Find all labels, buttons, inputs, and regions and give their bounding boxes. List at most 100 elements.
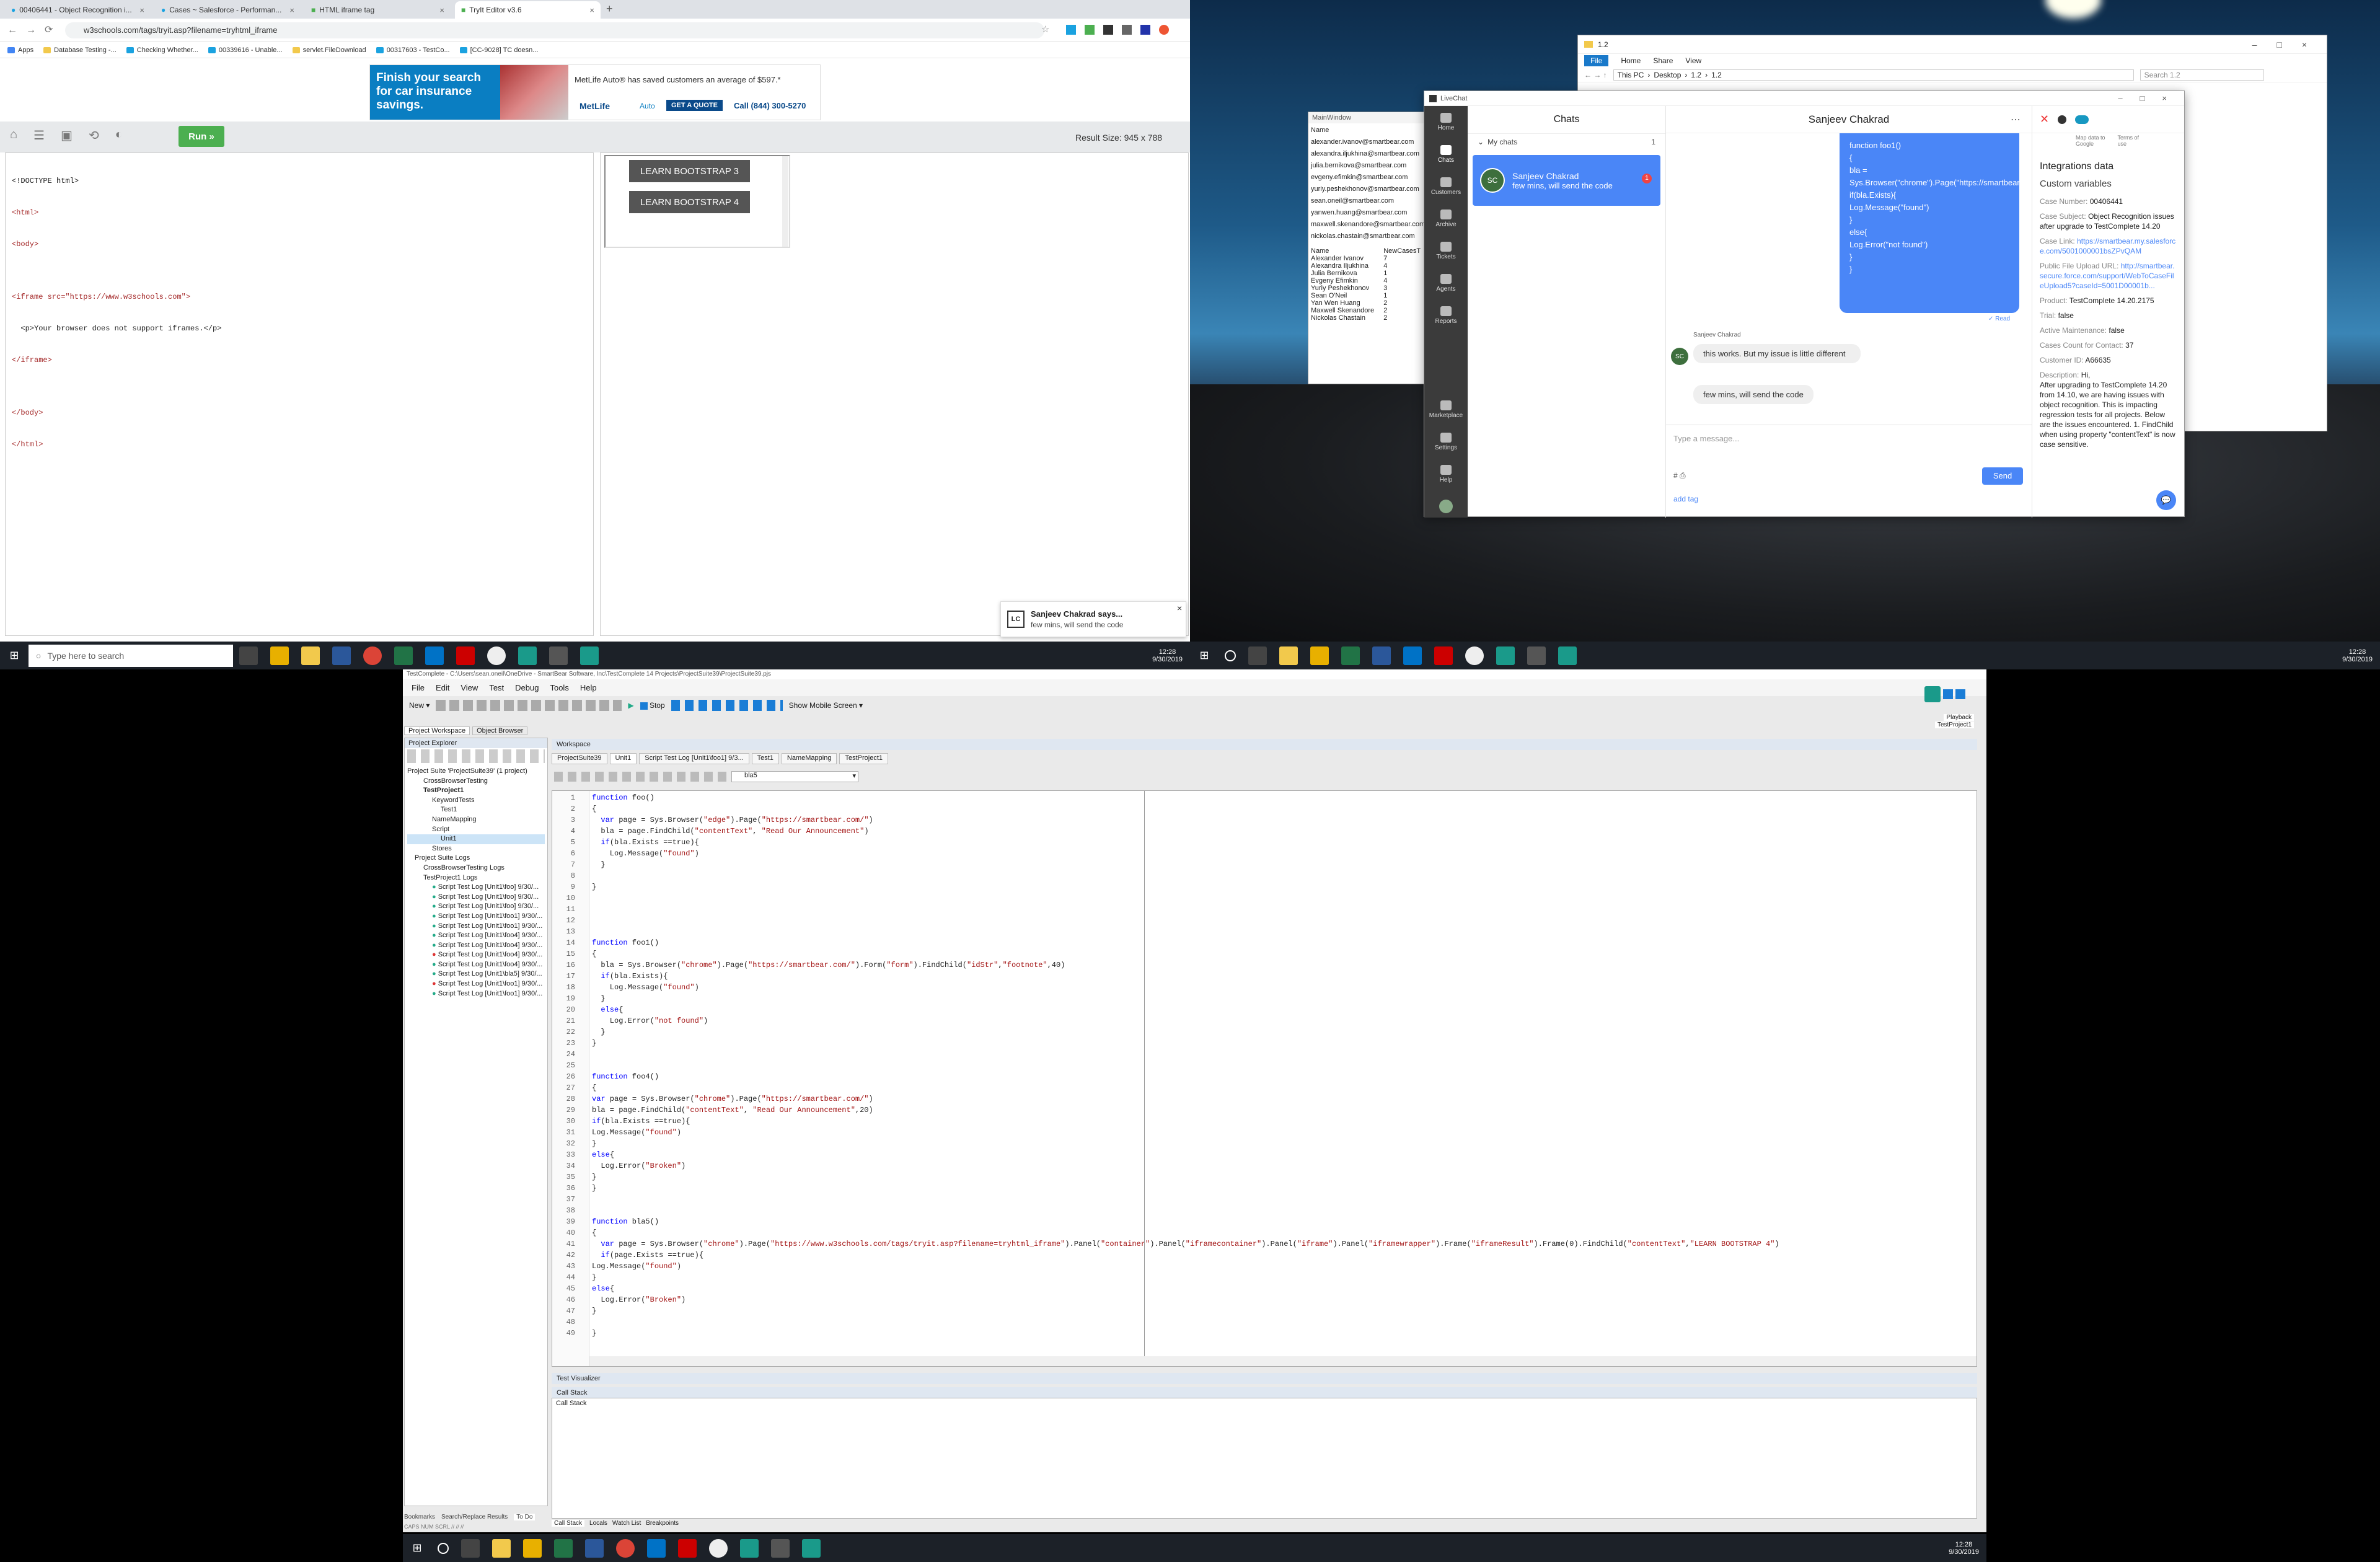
browser-tab[interactable]: ● 00406441 - Object Recognition i... × <box>5 1 151 19</box>
list-item[interactable]: evgeny.efimkin@smartbear.com <box>1311 172 1429 183</box>
list-item[interactable]: nickolas.chastain@smartbear.com <box>1311 231 1429 242</box>
task-view-icon[interactable] <box>461 1538 480 1558</box>
doc-tab[interactable]: TestProject1 <box>839 753 888 764</box>
code-line[interactable] <box>592 1317 1779 1328</box>
code-line[interactable]: if(bla.Exists ==true){ <box>592 837 1779 848</box>
tab-project-workspace[interactable]: Project Workspace <box>404 726 470 735</box>
nav-archive[interactable]: Archive <box>1424 203 1468 235</box>
tree-node[interactable]: CrossBrowserTesting Logs <box>407 863 545 873</box>
code-line[interactable]: Log.Message("found") <box>592 1261 1779 1272</box>
window-controls[interactable]: –□× <box>2252 40 2327 50</box>
table-row[interactable]: Nickolas Chastain 2 <box>1311 314 1426 322</box>
nav-marketplace[interactable]: Marketplace <box>1424 394 1468 426</box>
tree-node-selected[interactable]: Unit1 <box>407 834 545 844</box>
my-chats-group[interactable]: ⌄ My chats 1 <box>1468 133 1665 150</box>
app-icon[interactable] <box>1434 646 1453 665</box>
code-line[interactable]: function foo() <box>592 792 1779 803</box>
code-line[interactable]: Log.Message("found") <box>592 848 1779 859</box>
ribbon-home[interactable]: Home <box>1621 56 1641 65</box>
table-row[interactable]: Alexander Ivanov 7 <box>1311 255 1426 262</box>
excel-icon[interactable] <box>1341 646 1360 665</box>
menu-icon[interactable]: ☰ <box>33 128 45 143</box>
ad-banner[interactable]: Finish your search for car insurance sav… <box>369 64 821 120</box>
window-controls[interactable]: –□× <box>2118 94 2184 103</box>
project-tree[interactable]: Project Suite 'ProjectSuite39' (1 projec… <box>405 764 547 1001</box>
html-editor[interactable]: <!DOCTYPE html> <html> <body> <iframe sr… <box>5 152 594 636</box>
task-view-icon[interactable] <box>1248 646 1267 665</box>
table-row[interactable]: Julia Bernikova 1 <box>1311 270 1426 277</box>
code-line[interactable] <box>592 870 1779 881</box>
code-line[interactable] <box>592 926 1779 937</box>
code-line[interactable]: } <box>592 1328 1779 1339</box>
home-icon[interactable]: ⌂ <box>10 128 17 143</box>
log-node[interactable]: ● Script Test Log [Unit1\foo4] 9/30/... <box>407 960 545 970</box>
add-tag-link[interactable]: add tag <box>1673 495 1698 503</box>
tab-breakpoints[interactable]: Breakpoints <box>646 1520 679 1527</box>
code-line[interactable]: if(page.Exists ==true){ <box>592 1250 1779 1261</box>
code-line[interactable]: else{ <box>592 1149 1779 1160</box>
app-icon[interactable] <box>678 1538 697 1558</box>
pause-icon[interactable] <box>1943 689 1953 699</box>
code-line[interactable]: var page = Sys.Browser("edge").Page("htt… <box>592 814 1779 826</box>
code-line[interactable]: { <box>592 948 1779 960</box>
more-icon[interactable]: ⋯ <box>2011 113 2021 126</box>
list-item[interactable]: maxwell.skenandore@smartbear.com <box>1311 219 1429 231</box>
code-line[interactable]: } <box>592 1138 1779 1149</box>
app-icon[interactable] <box>580 646 599 665</box>
tab-locals[interactable]: Locals <box>589 1520 607 1527</box>
code-line[interactable]: } <box>592 993 1779 1004</box>
ribbon-file[interactable]: File <box>1584 55 1609 66</box>
code-line[interactable]: } <box>592 881 1779 893</box>
send-button[interactable]: Send <box>1982 467 2023 485</box>
code-line[interactable]: { <box>592 1082 1779 1093</box>
code-editor[interactable]: 1 2 3 4 5 6 7 8 9 10 11 12 13 14 15 16 17 18 19 20 21 22 23 24 2… <box>552 790 1977 1367</box>
browser-tab[interactable]: ■ HTML iframe tag × <box>305 1 451 19</box>
close-icon[interactable]: × <box>139 6 144 15</box>
tab-todo[interactable]: To Do <box>514 1514 536 1520</box>
chat-item-active[interactable]: SC Sanjeev Chakrad few mins, will send th… <box>1473 155 1660 206</box>
log-node[interactable]: ● Script Test Log [Unit1\foo4] 9/30/... <box>407 941 545 951</box>
windows-start-icon[interactable]: ⊞ <box>403 1542 431 1555</box>
nav-reports[interactable]: Reports <box>1424 299 1468 332</box>
code-line[interactable]: } <box>592 1272 1779 1283</box>
tree-node[interactable]: KeywordTests <box>407 796 545 806</box>
code-line[interactable]: else{ <box>592 1004 1779 1015</box>
editor-toolbar-icons[interactable] <box>554 772 728 782</box>
code-line[interactable]: else{ <box>592 1283 1779 1294</box>
extension-icons[interactable] <box>1066 25 1169 35</box>
windows-start-icon[interactable]: ⊞ <box>0 649 29 662</box>
code-line[interactable]: } <box>592 1038 1779 1049</box>
ad-cta-button[interactable]: GET A QUOTE <box>666 100 723 111</box>
salesforce-icon[interactable] <box>2075 115 2089 124</box>
app-icon[interactable] <box>487 646 506 665</box>
app-icon[interactable] <box>1465 646 1484 665</box>
app-icon[interactable] <box>456 646 475 665</box>
stop-icon[interactable] <box>1955 689 1965 699</box>
new-tab-button[interactable]: + <box>606 2 613 15</box>
horizontal-scrollbar[interactable] <box>589 1356 1977 1366</box>
outlook-icon[interactable] <box>425 646 444 665</box>
nav-help[interactable]: Help <box>1424 458 1468 490</box>
app-icon[interactable] <box>523 1538 542 1558</box>
code-line[interactable] <box>592 1194 1779 1205</box>
code-line[interactable]: var page = Sys.Browser("chrome").Page("h… <box>592 1093 1779 1105</box>
browser-tab-active[interactable]: ■ TryIt Editor v3.6 × <box>455 1 601 19</box>
learn-bootstrap3-button[interactable]: LEARN BOOTSTRAP 3 <box>629 160 750 182</box>
windows-start-icon[interactable]: ⊞ <box>1190 649 1219 662</box>
list-item[interactable]: alexandra.iljukhina@smartbear.com <box>1311 148 1429 160</box>
show-mobile-screen-button[interactable]: Show Mobile Screen ▾ <box>789 701 863 710</box>
nav-chats[interactable]: Chats <box>1424 138 1468 170</box>
tab-call-stack[interactable]: Call Stack <box>552 1520 585 1527</box>
menu-debug[interactable]: Debug <box>515 683 539 692</box>
log-node[interactable]: ● Script Test Log [Unit1\foo1] 9/30/... <box>407 979 545 989</box>
new-button[interactable]: New ▾ <box>409 701 430 710</box>
code-line[interactable]: bla = page.FindChild("contentText", "Rea… <box>592 1105 1779 1116</box>
save-icon[interactable]: ▣ <box>61 128 73 143</box>
code-line[interactable]: } <box>592 1183 1779 1194</box>
learn-bootstrap4-button[interactable]: LEARN BOOTSTRAP 4 <box>629 191 750 213</box>
file-explorer-icon[interactable] <box>1279 646 1298 665</box>
file-explorer-icon[interactable] <box>301 646 320 665</box>
tree-node[interactable]: Project Suite 'ProjectSuite39' (1 projec… <box>407 767 545 777</box>
doc-tab-active[interactable]: Unit1 <box>609 753 637 764</box>
code-line[interactable]: } <box>592 1305 1779 1317</box>
